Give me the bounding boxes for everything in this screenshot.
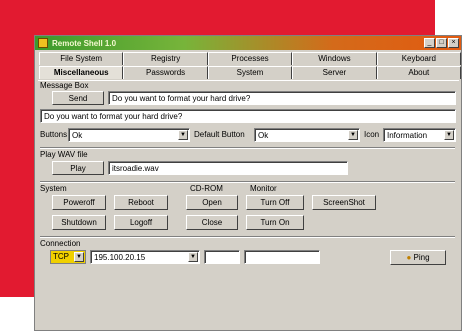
tab-passwords[interactable]: Passwords (123, 66, 208, 79)
port-input[interactable] (204, 250, 240, 264)
divider (40, 236, 455, 238)
buttons-select[interactable]: Ok ▼ (68, 128, 190, 142)
tab-row-bottom: Miscellaneous Passwords System Server Ab… (39, 66, 462, 79)
chevron-down-icon[interactable]: ▼ (444, 130, 454, 140)
connection-group-label: Connection (40, 239, 81, 248)
monitor-group-label: Monitor (250, 184, 277, 193)
divider (40, 147, 455, 149)
address-combo[interactable]: 195.100.20.15 ▼ (90, 250, 200, 264)
tab-file-system[interactable]: File System (39, 52, 124, 65)
connection-input[interactable] (244, 250, 320, 264)
title-bar[interactable]: Remote Shell 1.0 _ □ × (35, 36, 461, 50)
app-window: Remote Shell 1.0 _ □ × File System Regis… (34, 35, 462, 331)
tab-keyboard[interactable]: Keyboard (376, 52, 462, 65)
message-preview: Do you want to format your hard drive? (40, 109, 456, 123)
close-icon[interactable]: × (448, 38, 459, 48)
cdrom-close-button[interactable]: Close (186, 215, 238, 230)
divider (40, 181, 455, 183)
play-button[interactable]: Play (52, 161, 104, 175)
protocol-value: TCP (53, 252, 69, 261)
window-title: Remote Shell 1.0 (52, 38, 117, 48)
tab-processes[interactable]: Processes (207, 52, 293, 65)
cdrom-open-button[interactable]: Open (186, 195, 238, 210)
shutdown-button[interactable]: Shutdown (52, 215, 106, 230)
ping-icon: ● (406, 253, 412, 262)
ping-label: Ping (413, 253, 430, 262)
reboot-button[interactable]: Reboot (114, 195, 168, 210)
message-box-group-label: Message Box (40, 81, 89, 90)
wav-file-input[interactable]: itsroadie.wav (108, 161, 348, 175)
tab-miscellaneous[interactable]: Miscellaneous (39, 66, 124, 79)
chevron-down-icon[interactable]: ▼ (188, 252, 198, 262)
chevron-down-icon[interactable]: ▼ (348, 130, 358, 140)
address-value: 195.100.20.15 (94, 253, 146, 262)
logoff-button[interactable]: Logoff (114, 215, 168, 230)
buttons-select-value: Ok (72, 131, 83, 140)
cdrom-group-label: CD-ROM (190, 184, 223, 193)
chevron-down-icon[interactable]: ▼ (178, 130, 188, 140)
icon-select[interactable]: Information ▼ (383, 128, 456, 142)
tab-about[interactable]: About (376, 66, 462, 79)
tab-registry[interactable]: Registry (123, 52, 208, 65)
app-icon (38, 38, 48, 48)
play-wav-group-label: Play WAV file (40, 150, 88, 159)
message-input[interactable]: Do you want to format your hard drive? (108, 91, 456, 105)
buttons-label: Buttons (40, 130, 68, 139)
poweroff-button[interactable]: Poweroff (52, 195, 106, 210)
default-button-label: Default Button (194, 130, 245, 139)
maximize-icon[interactable]: □ (436, 38, 447, 48)
icon-select-value: Information (387, 131, 428, 140)
ping-button[interactable]: ● Ping (390, 250, 446, 265)
tab-windows[interactable]: Windows (292, 52, 377, 65)
window-controls: _ □ × (424, 38, 459, 48)
system-group-label: System (40, 184, 67, 193)
chevron-down-icon[interactable]: ▼ (74, 252, 84, 262)
tab-row-top: File System Registry Processes Windows K… (39, 52, 462, 65)
minimize-icon[interactable]: _ (424, 38, 435, 48)
default-button-select-value: Ok (258, 131, 269, 140)
icon-label: Icon (364, 130, 380, 139)
tab-server[interactable]: Server (292, 66, 377, 79)
default-button-select[interactable]: Ok ▼ (254, 128, 360, 142)
monitor-turn-off-button[interactable]: Turn Off (246, 195, 304, 210)
miscellaneous-panel: Message Box Send Do you want to format y… (38, 80, 459, 330)
tab-system[interactable]: System (207, 66, 293, 79)
background-corner (435, 0, 462, 40)
screenshot-button[interactable]: ScreenShot (312, 195, 376, 210)
protocol-select[interactable]: TCP ▼ (50, 250, 86, 264)
monitor-turn-on-button[interactable]: Turn On (246, 215, 304, 230)
send-button[interactable]: Send (52, 91, 104, 105)
